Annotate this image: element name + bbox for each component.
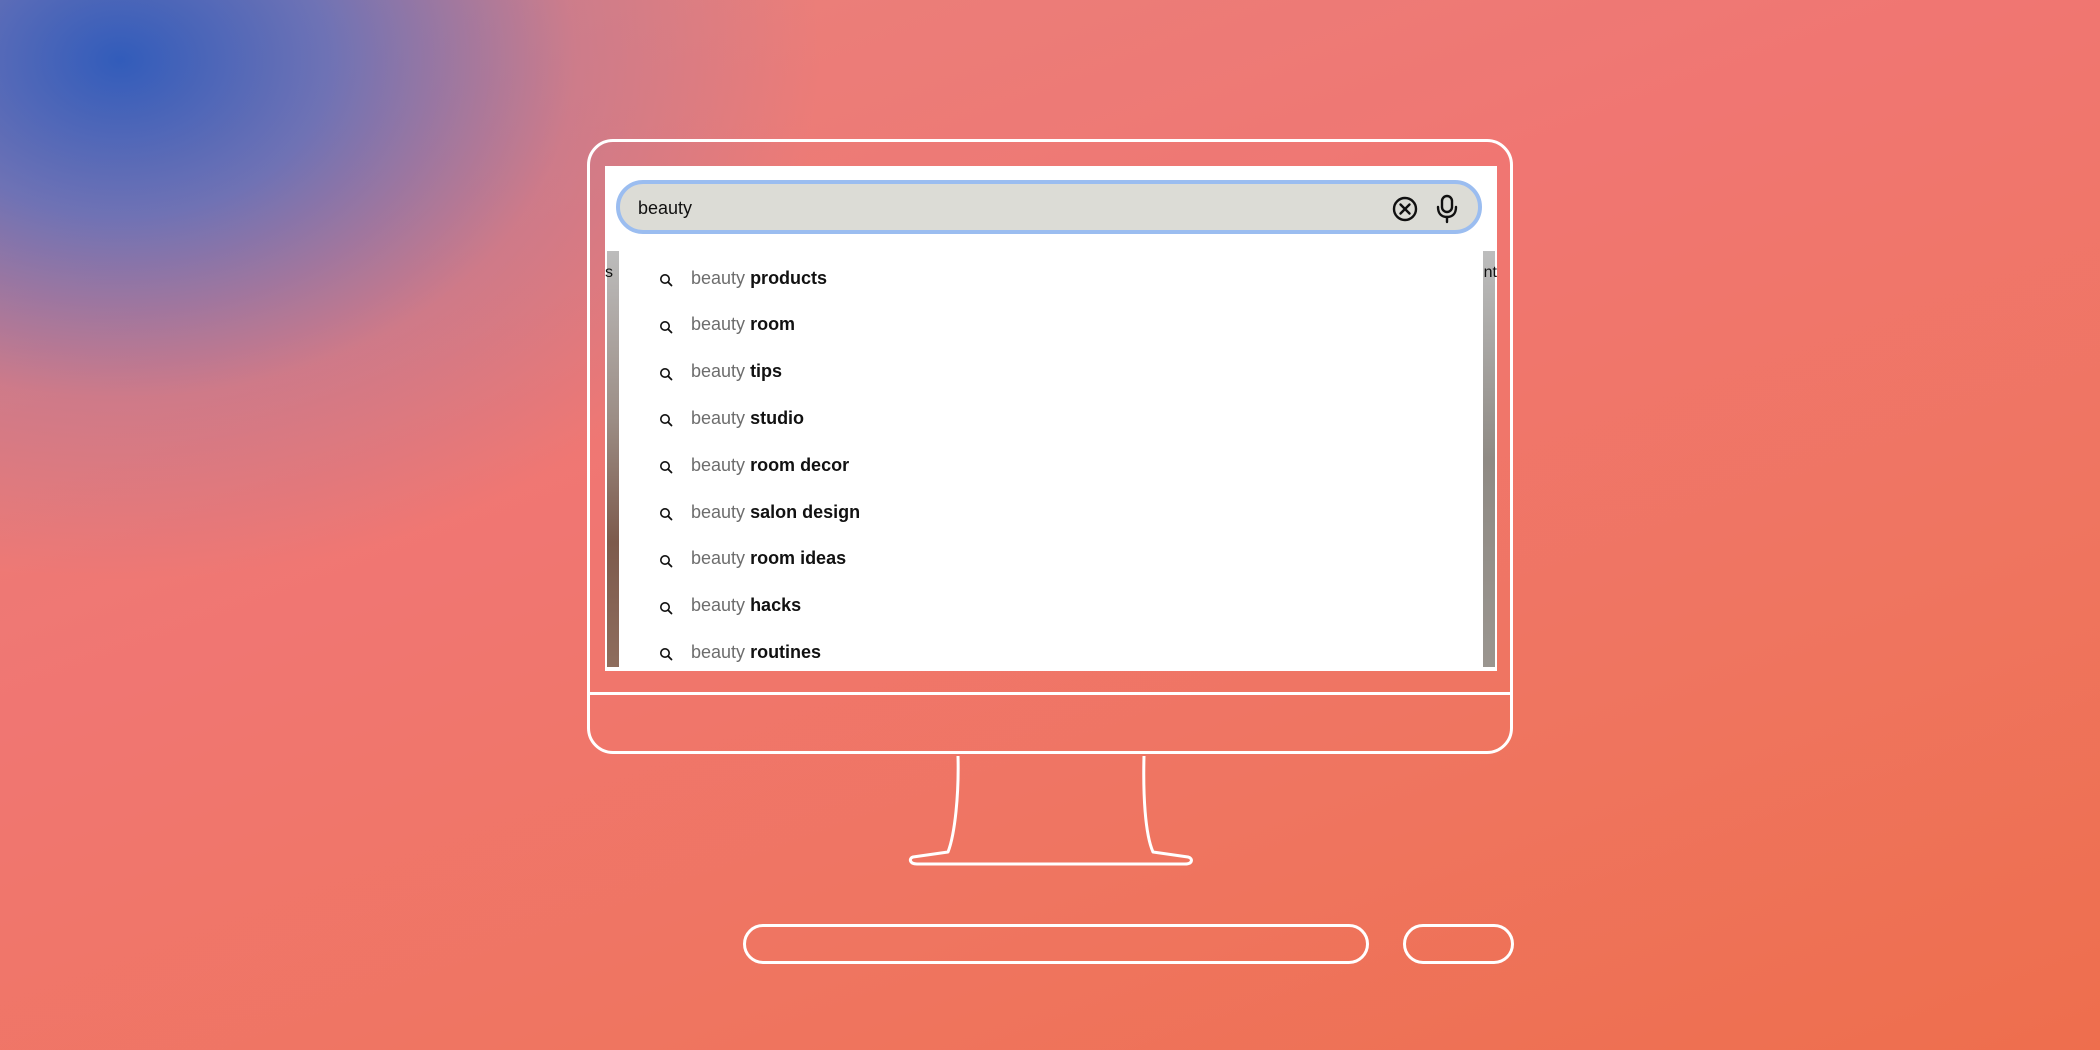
- suggestion-item[interactable]: beauty studio: [619, 395, 1483, 441]
- suggestion-text: beauty room: [691, 314, 795, 335]
- search-icon: [659, 271, 673, 287]
- suggestion-completion: room ideas: [750, 548, 847, 569]
- keyboard-outline: [743, 924, 1369, 964]
- suggestion-text: beauty room ideas: [691, 548, 846, 569]
- suggestion-prefix: beauty: [691, 548, 746, 569]
- suggestion-prefix: beauty: [691, 501, 746, 522]
- suggestion-completion: room decor: [750, 454, 850, 475]
- suggestion-prefix: beauty: [691, 595, 746, 616]
- screen: s nt beauty beauty products beauty room be…: [605, 166, 1497, 671]
- clear-icon[interactable]: [1392, 196, 1418, 222]
- suggestion-text: beauty products: [691, 268, 827, 289]
- suggestion-item[interactable]: beauty tips: [619, 349, 1483, 395]
- search-icon: [659, 599, 673, 614]
- search-icon: [659, 645, 673, 661]
- suggestion-text: beauty tips: [691, 361, 782, 382]
- suggestion-prefix: beauty: [691, 641, 746, 662]
- suggestion-completion: routines: [750, 641, 822, 662]
- search-icon: [659, 505, 673, 521]
- search-icon: [659, 411, 673, 427]
- suggestion-item[interactable]: beauty hacks: [619, 583, 1483, 629]
- suggestion-completion: tips: [750, 361, 783, 382]
- search-icon: [659, 458, 673, 474]
- background-image-left: [607, 251, 619, 667]
- trackpad-outline: [1403, 924, 1514, 964]
- search-icon: [659, 318, 673, 334]
- search-icon: [659, 552, 673, 568]
- suggestion-text: beauty hacks: [691, 595, 801, 616]
- suggestion-text: beauty room decor: [691, 455, 849, 476]
- suggestion-prefix: beauty: [691, 314, 746, 335]
- microphone-icon[interactable]: [1434, 194, 1460, 224]
- suggestion-completion: products: [750, 267, 828, 288]
- search-bar[interactable]: beauty: [616, 180, 1482, 234]
- suggestion-prefix: beauty: [691, 361, 746, 382]
- suggestion-item[interactable]: beauty room ideas: [619, 536, 1483, 582]
- suggestion-completion: studio: [750, 407, 805, 428]
- search-input[interactable]: beauty: [638, 198, 692, 219]
- suggestion-item[interactable]: beauty room decor: [619, 442, 1483, 488]
- monitor-stand: [908, 755, 1193, 866]
- suggestion-prefix: beauty: [691, 267, 746, 288]
- monitor-chin-divider: [587, 692, 1513, 695]
- suggestion-text: beauty studio: [691, 408, 804, 429]
- background-text-fragment-right: nt: [1483, 264, 1497, 281]
- suggestion-item[interactable]: beauty salon design: [619, 489, 1483, 535]
- suggestion-completion: hacks: [750, 595, 802, 616]
- suggestion-prefix: beauty: [691, 454, 746, 475]
- suggestion-item[interactable]: beauty products: [619, 255, 1483, 301]
- suggestions-dropdown: beauty products beauty room beauty tips bea…: [619, 251, 1483, 671]
- suggestion-item[interactable]: beauty routines: [619, 629, 1483, 671]
- suggestion-completion: room: [750, 314, 796, 335]
- suggestion-item[interactable]: beauty room: [619, 302, 1483, 348]
- suggestion-completion: salon design: [750, 501, 861, 522]
- suggestion-text: beauty salon design: [691, 502, 860, 523]
- background-image-right: [1483, 251, 1495, 667]
- suggestion-text: beauty routines: [691, 642, 821, 663]
- background-text-fragment-left: s: [605, 264, 613, 281]
- search-icon: [659, 365, 673, 380]
- suggestion-prefix: beauty: [691, 407, 746, 428]
